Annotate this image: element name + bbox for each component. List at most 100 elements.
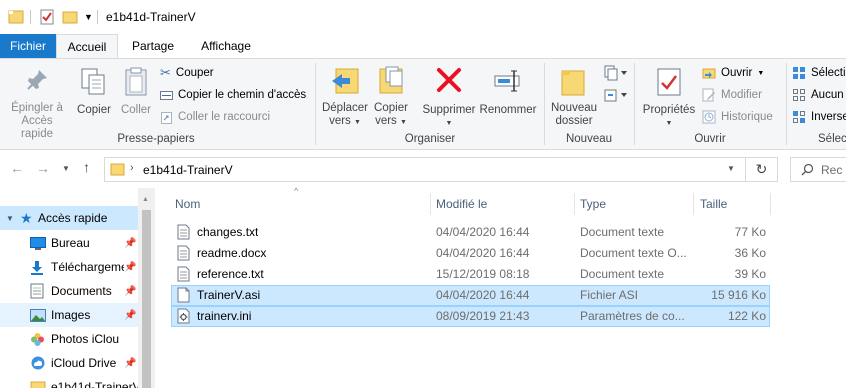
address-row: ← → ▼ ↑ › e1b41d-TrainerV ▼ ↻ Rec: [0, 151, 846, 188]
breadcrumb-path[interactable]: e1b41d-TrainerV: [143, 163, 233, 177]
file-row[interactable]: readme.docx 04/04/2020 16:44 Document te…: [171, 243, 770, 264]
star-icon: ★: [20, 209, 33, 226]
recent-locations-chevron-icon[interactable]: ▼: [62, 164, 70, 173]
move-to-icon: [330, 65, 360, 97]
chevron-down-icon: ▼: [757, 69, 765, 77]
column-header-modified[interactable]: Modifié le: [436, 193, 487, 215]
file-row[interactable]: trainerv.ini 08/09/2019 21:43 Paramètres…: [171, 306, 770, 327]
pin-icon: 📌: [124, 357, 137, 369]
nav-item-icloud-drive[interactable]: iCloud Drive 📌: [0, 351, 150, 375]
title-bar: ▼ e1b41d-TrainerV: [0, 0, 846, 34]
qat-separator: [97, 10, 98, 24]
easy-access-icon[interactable]: [604, 87, 628, 103]
properties-button[interactable]: Propriétés ▼: [640, 63, 698, 129]
group-separator: [544, 63, 545, 145]
copy-to-button[interactable]: Copier vers ▼: [370, 63, 412, 129]
rename-button[interactable]: Renommer: [478, 63, 538, 129]
move-to-label-1: Déplacer: [321, 102, 369, 114]
file-name: readme.docx: [197, 246, 267, 260]
cut-button[interactable]: ✂ Couper: [160, 63, 214, 83]
pin-quick-access-button[interactable]: Épingler à Accès rapide: [4, 63, 70, 140]
properties-icon: [656, 67, 682, 97]
column-header-size[interactable]: Taille: [700, 193, 727, 215]
group-label-select: Sélec: [818, 133, 846, 145]
nav-item-images[interactable]: Images 📌: [0, 303, 150, 327]
open-label: Ouvrir: [721, 67, 753, 79]
history-button[interactable]: Historique: [702, 107, 773, 127]
delete-button[interactable]: Supprimer ▼: [420, 63, 478, 129]
paste-shortcut-button[interactable]: Coller le raccourci: [160, 107, 270, 127]
column-separator[interactable]: [770, 193, 771, 215]
nav-item-label: Documents: [51, 284, 112, 298]
tab-file[interactable]: Fichier: [0, 34, 56, 58]
expand-chevron-icon[interactable]: ▼: [6, 214, 20, 223]
search-box[interactable]: Rec: [790, 157, 846, 182]
up-arrow-icon[interactable]: ↑: [83, 160, 90, 174]
move-to-button[interactable]: Déplacer vers ▼: [320, 63, 370, 129]
copy-to-label-1: Copier: [374, 102, 408, 114]
chevron-down-icon: ▼: [665, 120, 673, 127]
paste-button[interactable]: Coller: [116, 63, 156, 129]
nav-item-documents[interactable]: Documents 📌: [0, 279, 150, 303]
tab-home[interactable]: Accueil: [56, 34, 118, 59]
nav-item-quick-access[interactable]: ▼ ★ Accès rapide: [0, 206, 150, 230]
file-size: 77 Ko: [734, 225, 766, 239]
address-bar[interactable]: › e1b41d-TrainerV ▼: [104, 157, 746, 182]
invert-selection-button[interactable]: Inverse: [792, 107, 846, 127]
nav-item-desktop[interactable]: Bureau 📌: [0, 231, 150, 255]
file-name: TrainerV.asi: [197, 288, 261, 302]
new-folder-icon[interactable]: [62, 9, 78, 25]
breadcrumb-chevron-icon[interactable]: ›: [130, 162, 134, 174]
properties-check-icon[interactable]: [39, 9, 55, 25]
select-none-button[interactable]: Aucun: [792, 85, 844, 105]
nav-item-icloud-photos[interactable]: Photos iClou: [0, 327, 150, 351]
copy-path-button[interactable]: Copier le chemin d'accès: [160, 85, 306, 105]
copy-icon: [80, 67, 108, 97]
scroll-up-arrow-icon[interactable]: ▲: [142, 196, 149, 203]
column-header-type[interactable]: Type: [580, 193, 606, 215]
column-header-name[interactable]: Nom: [175, 193, 200, 215]
nav-scrollbar[interactable]: ▲: [138, 188, 155, 388]
scrollbar-thumb[interactable]: [142, 210, 151, 388]
file-row[interactable]: changes.txt 04/04/2020 16:44 Document te…: [171, 222, 770, 243]
file-row[interactable]: TrainerV.asi 04/04/2020 16:44 Fichier AS…: [171, 285, 770, 306]
address-dropdown-icon[interactable]: ▼: [727, 164, 735, 173]
column-separator[interactable]: [693, 193, 694, 215]
nav-item-label: Bureau: [51, 236, 90, 250]
copy-button[interactable]: Copier: [74, 63, 114, 129]
download-icon: [30, 260, 51, 275]
copy-path-icon: [160, 89, 173, 102]
column-separator[interactable]: [574, 193, 575, 215]
select-none-label: Aucun: [811, 89, 844, 101]
delete-label: Supprimer: [422, 104, 476, 116]
new-folder-button[interactable]: Nouveau dossier: [546, 63, 602, 129]
refresh-icon[interactable]: ↻: [746, 157, 778, 182]
column-separator[interactable]: [430, 193, 431, 215]
folder-icon[interactable]: [8, 9, 24, 25]
open-button[interactable]: Ouvrir ▼: [702, 63, 764, 83]
file-modified: 15/12/2019 08:18: [436, 267, 530, 281]
nav-item-current-folder[interactable]: e1b41d-TrainerV: [0, 375, 150, 388]
sort-ascending-icon: ^: [294, 186, 299, 196]
file-row[interactable]: reference.txt 15/12/2019 08:18 Document …: [171, 264, 770, 285]
history-icon: [702, 110, 716, 124]
nav-item-downloads[interactable]: Téléchargeme 📌: [0, 255, 150, 279]
file-type: Document texte: [580, 225, 665, 239]
select-none-icon: [792, 88, 806, 102]
forward-arrow-icon[interactable]: →: [36, 161, 50, 175]
group-separator: [786, 63, 787, 145]
tab-share[interactable]: Partage: [122, 34, 184, 58]
qat-dropdown-icon[interactable]: ▼: [84, 12, 93, 22]
move-to-label-2: vers ▼: [329, 115, 361, 127]
new-item-icon[interactable]: [604, 65, 628, 81]
tab-view[interactable]: Affichage: [190, 34, 262, 58]
back-arrow-icon[interactable]: ←: [10, 161, 24, 175]
select-all-button[interactable]: Sélecti: [792, 63, 846, 83]
new-folder-label-1: Nouveau: [550, 102, 598, 114]
qat-separator: [30, 10, 31, 24]
desktop-icon: [30, 236, 51, 250]
pin-icon: [24, 67, 50, 93]
file-size: 39 Ko: [734, 267, 766, 281]
edit-button[interactable]: Modifier: [702, 85, 762, 105]
cloud-icon: [30, 356, 51, 370]
